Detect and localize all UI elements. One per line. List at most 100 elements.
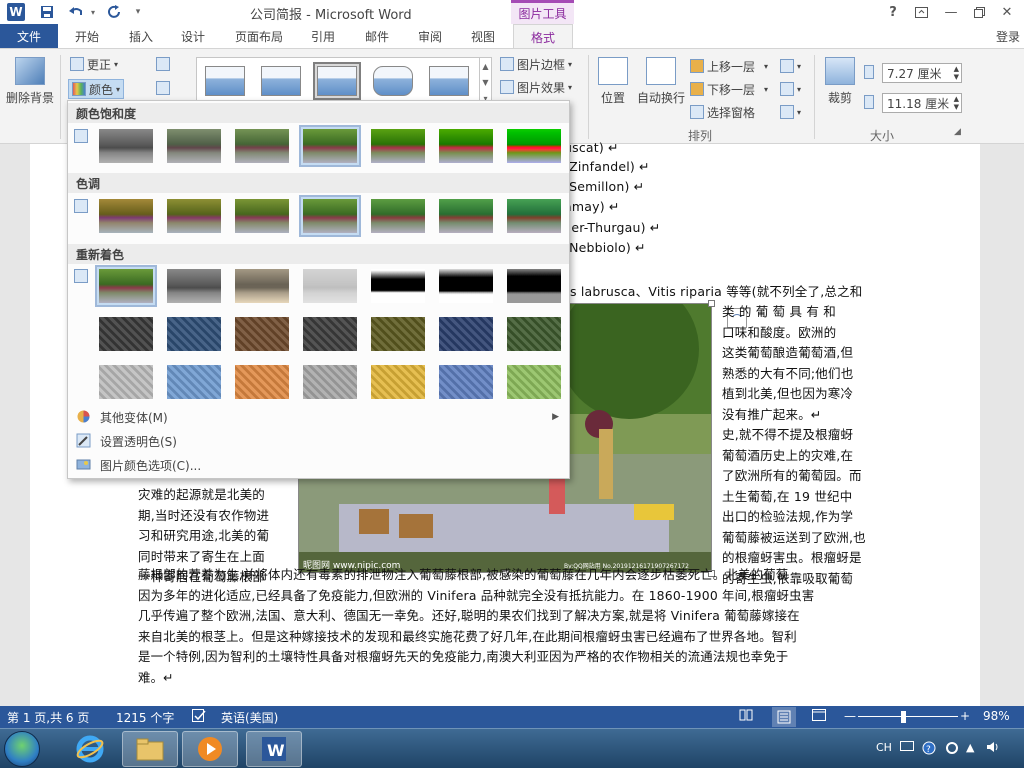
undo-dropdown-icon[interactable]: ▾: [88, 3, 98, 21]
tab-mailings[interactable]: 邮件: [365, 24, 389, 48]
volume-icon[interactable]: [986, 741, 1000, 756]
recolor-option[interactable]: [231, 265, 293, 307]
saturation-option[interactable]: [299, 125, 361, 167]
help-icon[interactable]: ?: [882, 2, 904, 22]
recolor-option[interactable]: [231, 361, 293, 403]
print-layout-icon[interactable]: [772, 707, 796, 727]
picture-style-item[interactable]: [313, 62, 361, 100]
picture-effects-button[interactable]: 图片效果 ▾: [500, 78, 572, 96]
tone-option[interactable]: [503, 195, 565, 237]
input-settings-icon[interactable]: [945, 741, 959, 758]
language-indicator[interactable]: 英语(美国): [221, 709, 278, 726]
tone-option[interactable]: [435, 195, 497, 237]
recolor-option[interactable]: [367, 265, 429, 307]
tone-option[interactable]: [95, 195, 157, 237]
picture-style-item[interactable]: [425, 62, 473, 100]
set-transparent-color-item[interactable]: 设置透明色(S): [72, 430, 567, 452]
recolor-option[interactable]: [435, 313, 497, 355]
tone-option[interactable]: [299, 195, 361, 237]
tab-file[interactable]: 文件: [0, 24, 58, 48]
saturation-option[interactable]: [367, 125, 429, 167]
corrections-button[interactable]: 更正 ▾: [70, 55, 118, 73]
rotate-icon[interactable]: ▾: [780, 103, 801, 121]
tab-home[interactable]: 开始: [75, 24, 99, 48]
recolor-option[interactable]: [95, 313, 157, 355]
remove-background-button[interactable]: 删除背景: [4, 57, 56, 106]
recolor-option[interactable]: [163, 361, 225, 403]
size-dialog-launcher-icon[interactable]: ◢: [954, 127, 961, 137]
align-icon[interactable]: ▾: [780, 57, 801, 75]
tab-format[interactable]: 格式: [513, 24, 573, 49]
saturation-option[interactable]: [163, 125, 225, 167]
crop-button[interactable]: 裁剪: [822, 57, 858, 106]
recolor-option[interactable]: [95, 361, 157, 403]
recolor-option[interactable]: [367, 361, 429, 403]
picture-border-button[interactable]: 图片边框 ▾: [500, 55, 572, 73]
recolor-option[interactable]: [503, 265, 565, 307]
zoom-slider-track[interactable]: [858, 716, 958, 717]
saturation-option[interactable]: [95, 125, 157, 167]
change-picture-icon[interactable]: [156, 79, 170, 97]
recolor-option[interactable]: [163, 265, 225, 307]
word-icon[interactable]: W: [246, 731, 302, 767]
zoom-out-icon[interactable]: —: [844, 709, 856, 723]
width-input[interactable]: 11.18 厘米 ▲ ▼: [882, 93, 962, 113]
compress-pictures-icon[interactable]: [156, 55, 170, 73]
selection-pane-button[interactable]: 选择窗格: [690, 103, 755, 121]
close-icon[interactable]: ✕: [996, 2, 1018, 22]
height-spinner[interactable]: ▲ ▼: [954, 65, 959, 81]
proofing-icon[interactable]: [192, 709, 206, 725]
tab-design[interactable]: 设计: [181, 24, 205, 48]
ribbon-display-icon[interactable]: [910, 2, 932, 22]
chevron-down-icon[interactable]: ▼: [482, 78, 488, 87]
resize-handle[interactable]: [708, 300, 715, 307]
saturation-option[interactable]: [231, 125, 293, 167]
start-orb[interactable]: [4, 731, 40, 767]
tab-insert[interactable]: 插入: [129, 24, 153, 48]
tone-option[interactable]: [163, 195, 225, 237]
zoom-level[interactable]: 98%: [983, 709, 1010, 723]
tab-review[interactable]: 审阅: [418, 24, 442, 48]
recolor-option[interactable]: [231, 313, 293, 355]
gallery-scroll[interactable]: ▲ ▼ ▾: [479, 58, 491, 106]
page-count[interactable]: 第 1 页,共 6 页: [7, 709, 89, 726]
undo-icon[interactable]: [66, 3, 86, 21]
color-button[interactable]: 颜色 ▾: [68, 79, 124, 99]
media-player-icon[interactable]: [182, 731, 238, 767]
ie-icon[interactable]: [62, 731, 118, 767]
ime-indicator[interactable]: CH: [876, 741, 892, 754]
send-backward-button[interactable]: 下移一层 ▾: [690, 80, 768, 98]
tab-page-layout[interactable]: 页面布局: [235, 24, 283, 48]
tab-view[interactable]: 视图: [471, 24, 495, 48]
recolor-option[interactable]: [163, 313, 225, 355]
recolor-option[interactable]: [435, 361, 497, 403]
save-icon[interactable]: [38, 3, 56, 21]
restore-icon[interactable]: [968, 2, 990, 22]
recolor-option[interactable]: [299, 361, 361, 403]
word-app-icon[interactable]: W: [7, 3, 25, 21]
show-hidden-icons-icon[interactable]: ▲: [966, 741, 974, 754]
saturation-option[interactable]: [503, 125, 565, 167]
picture-style-item[interactable]: [369, 62, 417, 100]
picture-style-item[interactable]: [257, 62, 305, 100]
wrap-text-button[interactable]: 自动换行: [636, 57, 686, 106]
recolor-option[interactable]: [95, 265, 157, 307]
recolor-option[interactable]: [435, 265, 497, 307]
group-icon[interactable]: ▾: [780, 80, 801, 98]
sign-in-link[interactable]: 登录: [996, 28, 1020, 45]
more-variations-item[interactable]: 其他变体(M) ▶: [72, 406, 567, 428]
redo-icon[interactable]: [106, 3, 124, 21]
word-count[interactable]: 1215 个字: [116, 709, 174, 726]
recolor-option[interactable]: [299, 313, 361, 355]
picture-color-options-item[interactable]: 图片颜色选项(C)...: [72, 454, 567, 476]
zoom-slider-thumb[interactable]: [901, 711, 906, 723]
chevron-up-icon[interactable]: ▲: [482, 62, 488, 71]
position-button[interactable]: 位置: [596, 57, 630, 106]
tone-option[interactable]: [231, 195, 293, 237]
keyboard-icon[interactable]: [900, 741, 914, 754]
recolor-option[interactable]: [503, 313, 565, 355]
recolor-option[interactable]: [503, 361, 565, 403]
width-spinner[interactable]: ▲ ▼: [954, 95, 959, 111]
web-layout-icon[interactable]: [812, 709, 826, 724]
customize-quick-access-icon[interactable]: ▾: [132, 3, 144, 21]
